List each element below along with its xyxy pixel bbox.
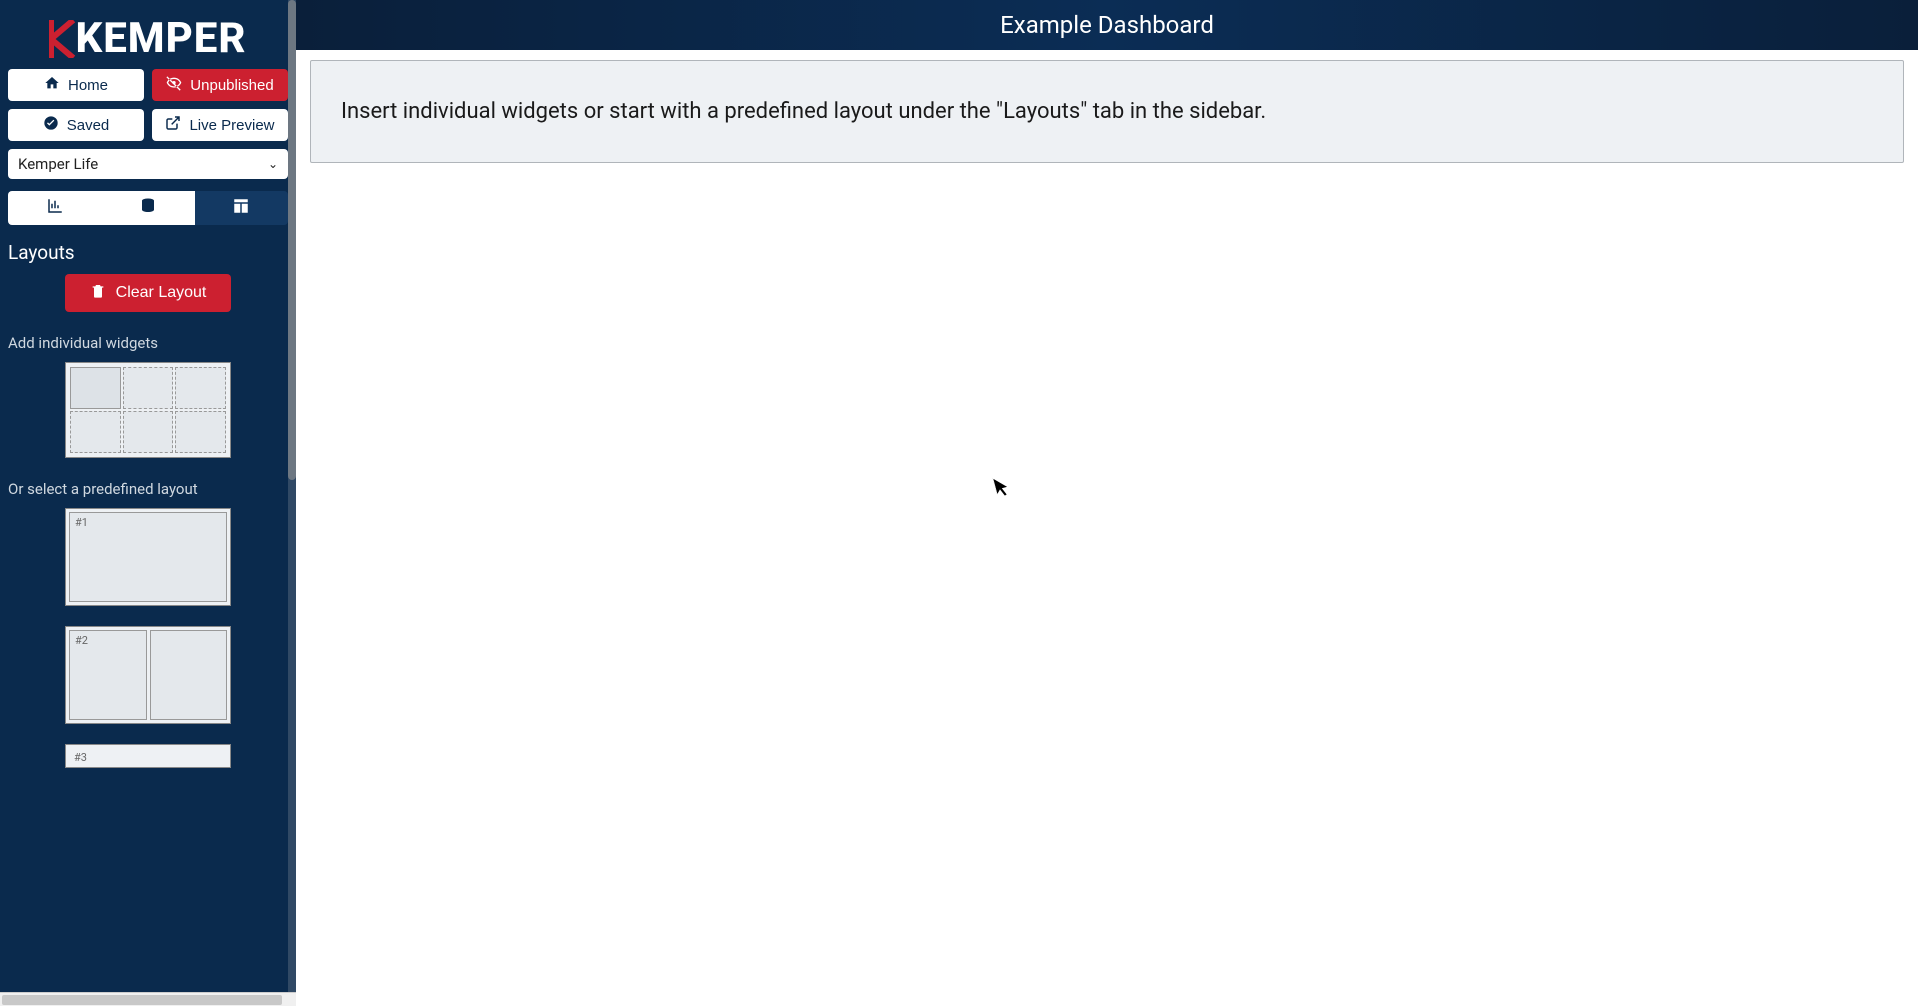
tab-dashboard[interactable]	[8, 191, 101, 225]
dropdown-selected: Kemper Life	[18, 155, 98, 173]
home-button[interactable]: Home	[8, 69, 144, 101]
empty-state-notice: Insert individual widgets or start with …	[310, 60, 1904, 163]
database-icon	[139, 197, 157, 219]
brand-name: KEMPER	[75, 14, 246, 63]
predefined-layout-label: Or select a predefined layout	[0, 476, 296, 508]
unpublished-label: Unpublished	[190, 77, 273, 94]
live-preview-button[interactable]: Live Preview	[152, 109, 288, 141]
horizontal-scrollbar[interactable]	[0, 992, 296, 1006]
layout-id: #2	[70, 631, 146, 650]
check-icon	[43, 115, 59, 135]
add-widgets-label: Add individual widgets	[0, 330, 296, 362]
main-area: Example Dashboard Insert individual widg…	[296, 0, 1918, 1006]
grid-cell	[70, 411, 121, 453]
tab-layouts[interactable]	[195, 191, 288, 225]
organization-dropdown[interactable]: Kemper Life ⌄	[8, 149, 288, 179]
page-title: Example Dashboard	[1000, 11, 1214, 39]
layouts-section-title: Layouts	[0, 237, 296, 274]
saved-label: Saved	[67, 117, 110, 134]
external-link-icon	[165, 115, 181, 135]
live-preview-label: Live Preview	[189, 117, 274, 134]
chart-icon	[46, 197, 64, 219]
grid-cell	[70, 367, 121, 409]
layout-option-3[interactable]: #3	[65, 744, 231, 768]
chevron-down-icon: ⌄	[268, 157, 278, 171]
sidebar: KEMPER Home Unpublished	[0, 0, 296, 1006]
brand-logo: KEMPER	[0, 0, 296, 69]
clear-layout-label: Clear Layout	[116, 284, 207, 302]
trash-icon	[90, 283, 106, 304]
tab-data[interactable]	[101, 191, 194, 225]
grid-cell	[123, 367, 174, 409]
layout-id: #1	[70, 513, 226, 532]
sidebar-scrollbar[interactable]	[288, 0, 296, 1006]
home-icon	[44, 75, 60, 95]
grid-cell	[175, 367, 226, 409]
saved-button[interactable]: Saved	[8, 109, 144, 141]
unpublished-button[interactable]: Unpublished	[152, 69, 288, 101]
add-widget-grid[interactable]	[65, 362, 231, 458]
cursor-icon	[993, 473, 1018, 506]
home-label: Home	[68, 77, 108, 94]
layout-option-2[interactable]: #2	[65, 626, 231, 724]
scrollbar-thumb[interactable]	[288, 0, 296, 480]
clear-layout-button[interactable]: Clear Layout	[65, 274, 231, 312]
layout-id: #3	[69, 748, 227, 767]
grid-cell	[175, 411, 226, 453]
page-title-bar: Example Dashboard	[296, 0, 1918, 50]
hscroll-thumb[interactable]	[2, 995, 282, 1005]
visibility-off-icon	[166, 75, 182, 95]
grid-cell	[123, 411, 174, 453]
sidebar-tabs	[8, 191, 288, 225]
layout-icon	[232, 197, 250, 219]
notice-text: Insert individual widgets or start with …	[341, 99, 1266, 124]
layout-option-1[interactable]: #1	[65, 508, 231, 606]
